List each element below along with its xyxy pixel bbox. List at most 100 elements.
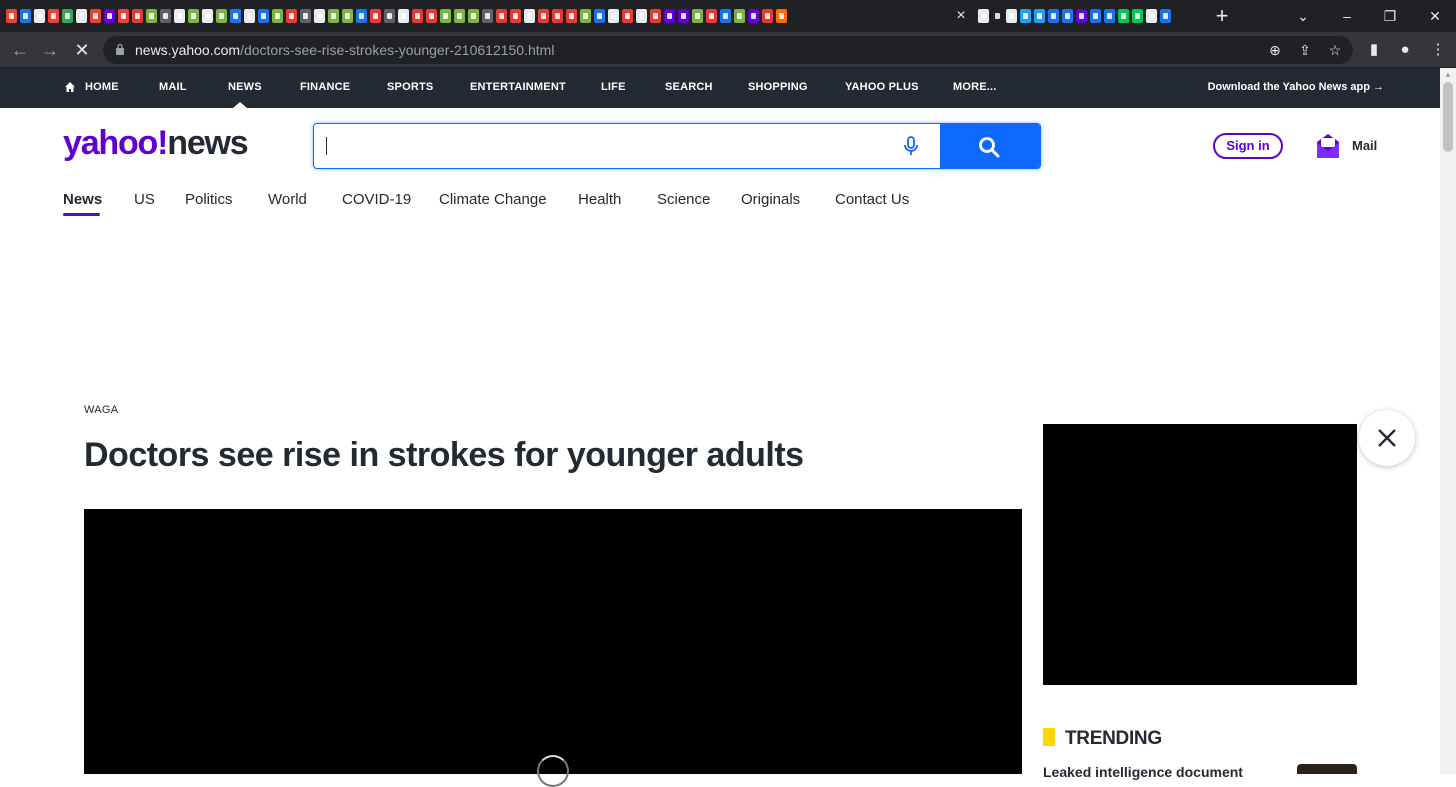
tab-favicon-icon[interactable]	[412, 9, 423, 23]
topnav-more[interactable]: MORE...	[953, 81, 997, 93]
section-tab-politics[interactable]: Politics	[185, 191, 233, 208]
tab-favicon-icon[interactable]	[426, 9, 437, 23]
share-icon[interactable]: ⇪	[1295, 40, 1315, 60]
tab-favicon-icon[interactable]	[314, 9, 325, 23]
tab-favicon-icon[interactable]	[608, 9, 619, 23]
tab-favicon-icon[interactable]	[496, 9, 507, 23]
tab-favicons[interactable]	[6, 7, 790, 25]
home-icon[interactable]	[64, 81, 76, 93]
tab-favicon-icon[interactable]	[482, 9, 493, 23]
forward-button[interactable]: →	[38, 38, 62, 62]
section-tab-news[interactable]: News	[63, 191, 102, 208]
tab-favicon-icon[interactable]	[118, 9, 129, 23]
article-source[interactable]: WAGA	[84, 404, 118, 416]
tab-favicon-icon[interactable]	[776, 9, 787, 23]
zoom-icon[interactable]: ⊕	[1265, 40, 1285, 60]
video-player[interactable]	[84, 509, 1022, 787]
topnav-mail[interactable]: MAIL	[159, 81, 187, 93]
search-bar[interactable]	[313, 123, 1041, 169]
tab-favicon-icon[interactable]	[734, 9, 745, 23]
section-tab-us[interactable]: US	[134, 191, 155, 208]
tab-favicon-icon[interactable]	[1132, 9, 1143, 23]
tab-favicons-right[interactable]	[978, 7, 1174, 25]
profile-icon[interactable]: ●	[1395, 40, 1415, 60]
tab-favicon-icon[interactable]	[104, 9, 115, 23]
bookmark-star-icon[interactable]: ☆	[1325, 40, 1345, 60]
tab-search-icon[interactable]: ⌄	[1292, 5, 1314, 27]
tab-favicon-icon[interactable]	[244, 9, 255, 23]
search-button[interactable]	[940, 124, 1040, 168]
tab-favicon-icon[interactable]	[580, 9, 591, 23]
topnav-shopping[interactable]: SHOPPING	[748, 81, 808, 93]
tab-favicon-icon[interactable]	[34, 9, 45, 23]
tab-favicon-icon[interactable]	[1090, 9, 1101, 23]
tab-favicon-icon[interactable]	[62, 9, 73, 23]
tab-favicon-icon[interactable]	[454, 9, 465, 23]
tab-favicon-icon[interactable]	[1118, 9, 1129, 23]
tab-favicon-icon[interactable]	[748, 9, 759, 23]
tab-favicon-icon[interactable]	[1062, 9, 1073, 23]
tab-favicon-icon[interactable]	[146, 9, 157, 23]
download-app-link[interactable]: Download the Yahoo News app →	[1208, 81, 1384, 93]
scroll-thumb[interactable]	[1443, 82, 1453, 152]
tab-favicon-icon[interactable]	[1020, 9, 1031, 23]
section-tab-health[interactable]: Health	[578, 191, 621, 208]
tab-favicon-icon[interactable]	[762, 9, 773, 23]
tab-favicon-icon[interactable]	[342, 9, 353, 23]
tab-favicon-icon[interactable]	[468, 9, 479, 23]
tab-favicon-icon[interactable]	[230, 9, 241, 23]
topnav-yahoo-plus[interactable]: YAHOO PLUS	[845, 81, 919, 93]
tab-favicon-icon[interactable]	[202, 9, 213, 23]
tab-favicon-icon[interactable]	[720, 9, 731, 23]
tab-favicon-icon[interactable]	[552, 9, 563, 23]
tab-favicon-icon[interactable]	[356, 9, 367, 23]
trending-thumbnail[interactable]	[1297, 764, 1357, 774]
topnav-news[interactable]: NEWS	[228, 81, 262, 93]
sidebar-ad[interactable]	[1043, 424, 1357, 685]
topnav-finance[interactable]: FINANCE	[300, 81, 350, 93]
tab-favicon-icon[interactable]	[978, 9, 989, 23]
tab-favicon-icon[interactable]	[510, 9, 521, 23]
tab-favicon-icon[interactable]	[76, 9, 87, 23]
tab-favicon-icon[interactable]	[328, 9, 339, 23]
tab-favicon-icon[interactable]	[1146, 9, 1157, 23]
new-tab-button[interactable]: +	[1210, 4, 1234, 28]
page-scrollbar[interactable]: ▲	[1440, 68, 1456, 774]
minimize-button[interactable]: –	[1336, 5, 1358, 27]
tab-favicon-icon[interactable]	[174, 9, 185, 23]
tab-favicon-icon[interactable]	[370, 9, 381, 23]
url-text[interactable]: news.yahoo.com/doctors-see-rise-strokes-…	[135, 42, 554, 58]
tab-favicon-icon[interactable]	[398, 9, 409, 23]
maximize-button[interactable]: ❐	[1379, 5, 1401, 27]
tab-favicon-icon[interactable]	[160, 9, 171, 23]
browser-menu-icon[interactable]: ⋮	[1428, 40, 1448, 60]
section-tab-contact[interactable]: Contact Us	[835, 191, 909, 208]
back-button[interactable]: ←	[8, 38, 32, 62]
tab-favicon-icon[interactable]	[538, 9, 549, 23]
section-tab-science[interactable]: Science	[657, 191, 710, 208]
close-ad-button[interactable]	[1359, 410, 1415, 466]
mail-icon[interactable]	[1315, 132, 1341, 160]
address-bar[interactable]: news.yahoo.com/doctors-see-rise-strokes-…	[103, 36, 1353, 64]
tab-favicon-icon[interactable]	[594, 9, 605, 23]
section-tab-originals[interactable]: Originals	[741, 191, 800, 208]
tab-favicon-icon[interactable]	[384, 9, 395, 23]
yahoo-news-logo[interactable]: yahoo!news	[63, 124, 249, 163]
tab-favicon-icon[interactable]	[1076, 9, 1087, 23]
tab-favicon-icon[interactable]	[272, 9, 283, 23]
tab-favicon-icon[interactable]	[1104, 9, 1115, 23]
tab-favicon-icon[interactable]	[1006, 9, 1017, 23]
tab-favicon-icon[interactable]	[1048, 9, 1059, 23]
scroll-up-arrow-icon[interactable]: ▲	[1440, 68, 1456, 82]
tab-favicon-icon[interactable]	[300, 9, 311, 23]
tab-favicon-icon[interactable]	[188, 9, 199, 23]
sign-in-button[interactable]: Sign in	[1213, 133, 1283, 159]
section-tab-climate[interactable]: Climate Change	[439, 191, 547, 208]
lock-icon[interactable]	[115, 43, 125, 56]
tab-favicon-icon[interactable]	[664, 9, 675, 23]
microphone-icon[interactable]	[901, 135, 921, 157]
topnav-sports[interactable]: SPORTS	[387, 81, 433, 93]
topnav-search[interactable]: SEARCH	[665, 81, 713, 93]
active-tab-close-icon[interactable]: ×	[951, 6, 971, 26]
section-tab-world[interactable]: World	[268, 191, 307, 208]
